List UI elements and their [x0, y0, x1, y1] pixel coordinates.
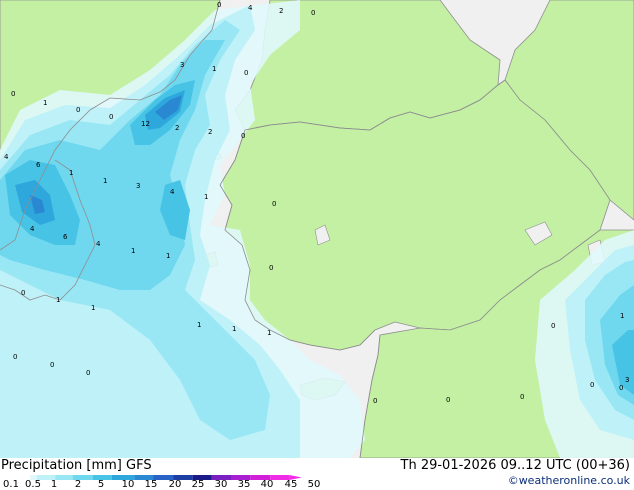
map-label: 0: [446, 396, 450, 404]
map-label: 1: [232, 325, 236, 333]
scale-tick-label: 1: [50, 479, 58, 490]
map-label: 0: [217, 1, 221, 9]
map-label: 1: [212, 65, 216, 73]
map-label: 2: [208, 128, 212, 136]
map-label: 4: [30, 225, 35, 233]
map-label: 1: [620, 312, 624, 320]
map-label: 1: [91, 304, 95, 312]
legend-bar: Precipitation [mm] GFS Th 29-01-2026 09.…: [0, 458, 634, 490]
scale-tick-label: 35: [237, 479, 251, 490]
map-label: 3: [180, 61, 184, 69]
scale-tick-label: 15: [144, 479, 158, 490]
scale-tick-label: 0.5: [25, 479, 41, 490]
map-label: 0: [272, 200, 276, 208]
map-label: 0: [86, 369, 90, 377]
map-label: 1: [166, 252, 170, 260]
precipitation-map: 0 4 2 0 3 1 0 0 1 0 0 12 2 2 0 4 6 1 1 3…: [0, 0, 634, 458]
map-label: 1: [43, 99, 47, 107]
map-label: 0: [619, 384, 623, 392]
map-title: Precipitation [mm] GFS: [1, 458, 152, 473]
scale-tick-label: 2: [74, 479, 82, 490]
map-label: 0: [269, 264, 273, 272]
map-label: 0: [590, 381, 594, 389]
scale-tick-label: 5: [97, 479, 105, 490]
credit-link[interactable]: ©weatheronline.co.uk: [508, 474, 630, 487]
map-label: 0: [244, 69, 248, 77]
map-label: 0: [551, 322, 555, 330]
map-label: 0: [13, 353, 17, 361]
map-label: 0: [21, 289, 25, 297]
scale-tick-label: 20: [168, 479, 182, 490]
scale-tick-label: 30: [214, 479, 228, 490]
map-label: 1: [197, 321, 201, 329]
map-label: 6: [63, 233, 68, 241]
map-label: 1: [204, 193, 208, 201]
map-label: 1: [56, 296, 60, 304]
map-label: 0: [76, 106, 80, 114]
map-label: 3: [625, 376, 629, 384]
map-label: 0: [520, 393, 524, 401]
map-label: 0: [373, 397, 377, 405]
map-label: 6: [36, 161, 41, 169]
map-label: 1: [267, 329, 271, 337]
map-label: 0: [11, 90, 15, 98]
map-label: 4: [170, 188, 175, 196]
scale-tick-label: 40: [260, 479, 274, 490]
map-label: 0: [109, 113, 113, 121]
map-label: 1: [103, 177, 107, 185]
map-label: 2: [175, 124, 179, 132]
scale-tick-label: 0.1: [3, 479, 19, 490]
map-label: 1: [131, 247, 135, 255]
map-label: 0: [311, 9, 315, 17]
map-label: 4: [4, 153, 9, 161]
map-label: 1: [69, 169, 73, 177]
map-label: 0: [50, 361, 54, 369]
map-label: 4: [96, 240, 101, 248]
scale-swatch: [55, 475, 73, 480]
valid-time: Th 29-01-2026 09..12 UTC (00+36): [400, 458, 631, 473]
map-label: 12: [141, 120, 150, 128]
scale-tick-label: 45: [284, 479, 298, 490]
scale-tick-label: 25: [191, 479, 205, 490]
scale-tick-label: 10: [121, 479, 135, 490]
scale-tick-label: 50: [307, 479, 321, 490]
map-label: 3: [136, 182, 140, 190]
map-label: 0: [241, 132, 245, 140]
map-label: 2: [279, 7, 283, 15]
map-label: 4: [248, 4, 253, 12]
